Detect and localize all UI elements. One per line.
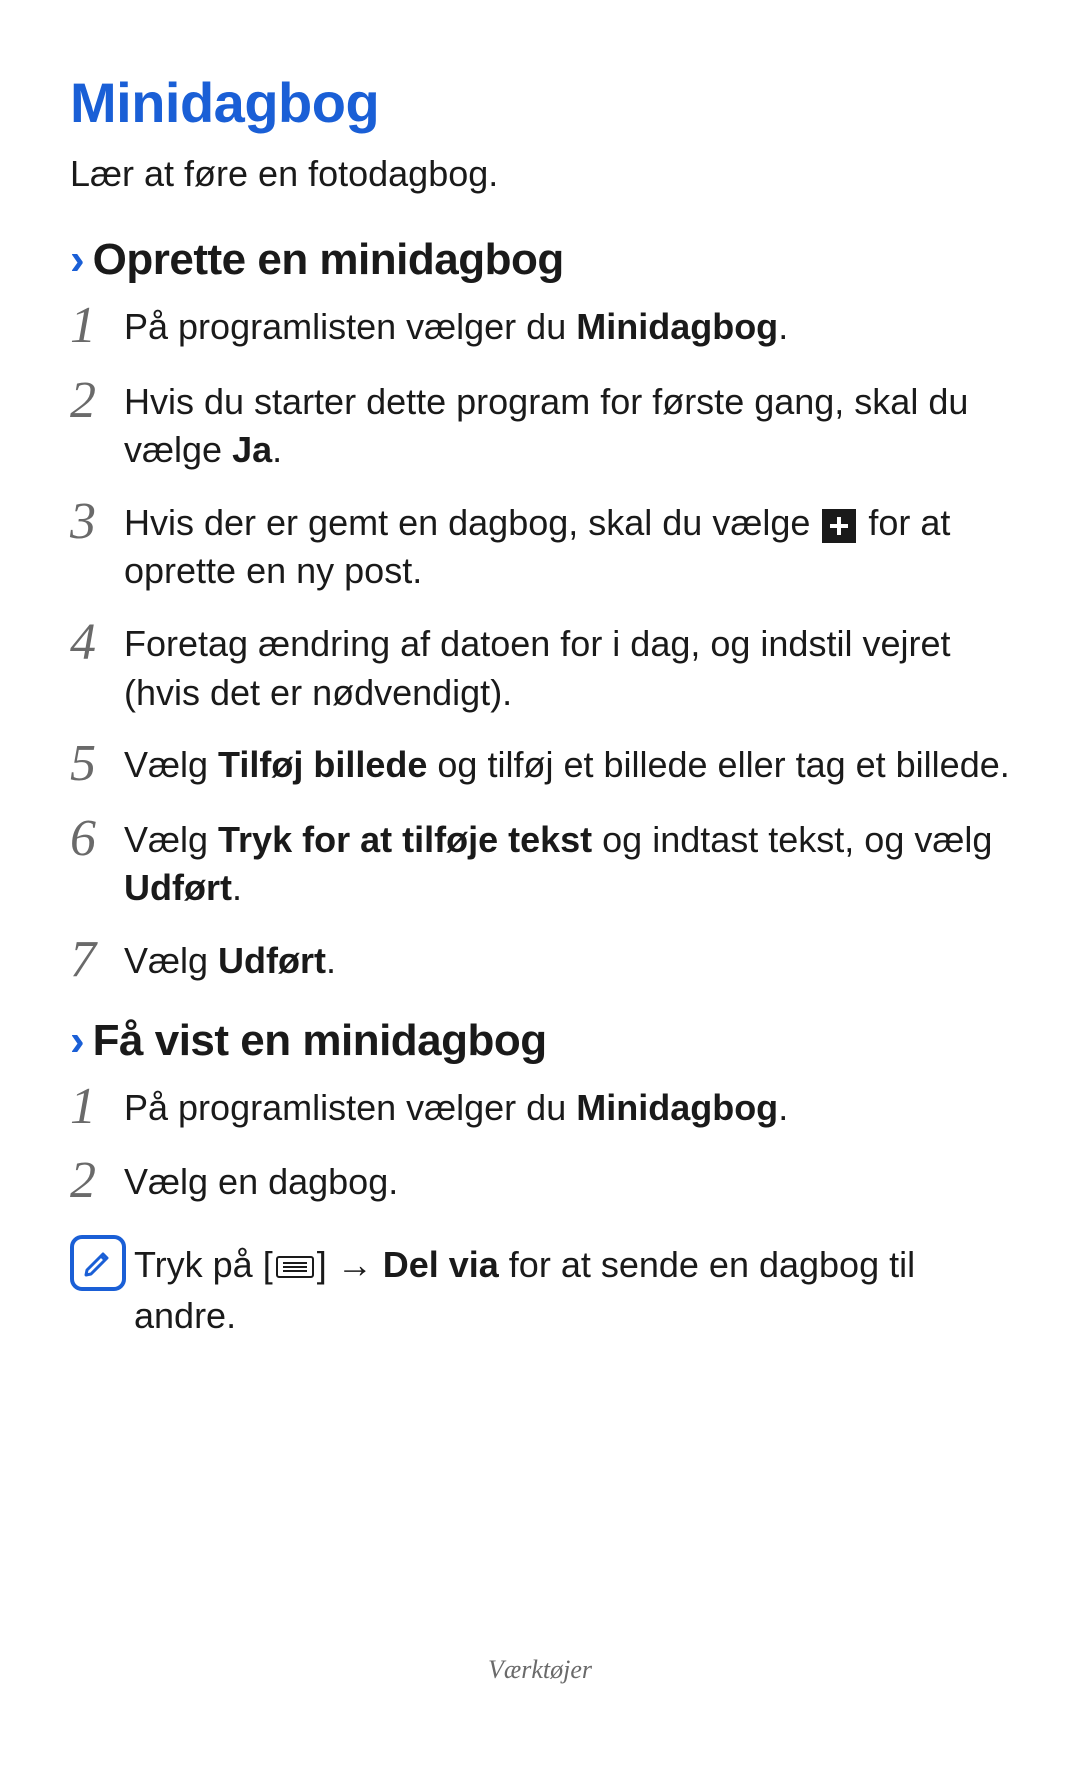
step-number: 2: [70, 372, 124, 429]
step-bold: Minidagbog: [576, 1087, 778, 1128]
page-footer: Værktøjer 130: [0, 1655, 1080, 1721]
note-text: Tryk på [: [134, 1244, 273, 1285]
step-number: 5: [70, 735, 124, 792]
step: 3 Hvis der er gemt en dagbog, skal du væ…: [70, 493, 1010, 596]
step-number: 4: [70, 614, 124, 671]
note: Tryk på [] → Del via for at sende en dag…: [70, 1235, 1010, 1341]
section-heading-create: › Oprette en minidagbog: [70, 235, 1010, 285]
step: 2 Hvis du starter dette program for førs…: [70, 372, 1010, 475]
step-number: 6: [70, 810, 124, 867]
step-text: Vælg: [124, 819, 218, 860]
page-number-badge: 130: [507, 1689, 574, 1721]
step-text: .: [232, 867, 242, 908]
chevron-icon: ›: [70, 1019, 85, 1063]
step: 5 Vælg Tilføj billede og tilføj et bille…: [70, 735, 1010, 792]
plus-icon: [822, 509, 856, 543]
step-body: Hvis du starter dette program for første…: [124, 372, 1010, 475]
step-number: 2: [70, 1152, 124, 1209]
note-text: ] →: [317, 1244, 383, 1285]
step-text: .: [326, 940, 336, 981]
step-body: Hvis der er gemt en dagbog, skal du vælg…: [124, 493, 1010, 596]
step-number: 1: [70, 1078, 124, 1135]
section-heading-label: Få vist en minidagbog: [93, 1016, 547, 1066]
step-body: Foretag ændring af datoen for i dag, og …: [124, 614, 1010, 717]
footer-section-name: Værktøjer: [0, 1655, 1080, 1685]
note-icon-wrap: [70, 1235, 134, 1291]
step-text: og indtast tekst, og vælg: [592, 819, 992, 860]
step: 1 På programlisten vælger du Minidagbog.: [70, 1078, 1010, 1135]
step-text: Vælg: [124, 940, 218, 981]
note-bold: Del via: [383, 1244, 499, 1285]
note-body: Tryk på [] → Del via for at sende en dag…: [134, 1235, 1010, 1341]
step-text: .: [778, 1087, 788, 1128]
section-heading-view: › Få vist en minidagbog: [70, 1016, 1010, 1066]
step-body: Vælg Udført.: [124, 931, 1010, 986]
step-text: På programlisten vælger du: [124, 306, 576, 347]
step-number: 3: [70, 493, 124, 550]
step: 4 Foretag ændring af datoen for i dag, o…: [70, 614, 1010, 717]
step-bold: Tilføj billede: [218, 744, 427, 785]
step-number: 7: [70, 931, 124, 988]
step-body: Vælg Tryk for at tilføje tekst og indtas…: [124, 810, 1010, 913]
note-pencil-icon: [70, 1235, 126, 1291]
step: 6 Vælg Tryk for at tilføje tekst og indt…: [70, 810, 1010, 913]
step-bold: Udført: [124, 867, 232, 908]
chevron-icon: ›: [70, 238, 85, 282]
step-body: På programlisten vælger du Minidagbog.: [124, 1078, 1010, 1133]
step-text: Hvis der er gemt en dagbog, skal du vælg…: [124, 502, 820, 543]
step-bold: Minidagbog: [576, 306, 778, 347]
page-title: Minidagbog: [70, 70, 1010, 135]
step-bold: Ja: [232, 429, 272, 470]
section-heading-label: Oprette en minidagbog: [93, 235, 564, 285]
step-bold: Udført: [218, 940, 326, 981]
step-text: .: [272, 429, 282, 470]
step-text: og tilføj et billede eller tag et billed…: [427, 744, 1009, 785]
step: 2 Vælg en dagbog.: [70, 1152, 1010, 1209]
manual-page: Minidagbog Lær at føre en fotodagbog. › …: [0, 0, 1080, 1771]
step-body: Vælg Tilføj billede og tilføj et billede…: [124, 735, 1010, 790]
step-body: Vælg en dagbog.: [124, 1152, 1010, 1207]
step-text: På programlisten vælger du: [124, 1087, 576, 1128]
step-bold: Tryk for at tilføje tekst: [218, 819, 592, 860]
menu-icon: [275, 1244, 315, 1293]
step: 7 Vælg Udført.: [70, 931, 1010, 988]
lead-text: Lær at føre en fotodagbog.: [70, 153, 1010, 195]
step-text: Vælg: [124, 744, 218, 785]
step-text: .: [778, 306, 788, 347]
step: 1 På programlisten vælger du Minidagbog.: [70, 297, 1010, 354]
step-number: 1: [70, 297, 124, 354]
step-body: På programlisten vælger du Minidagbog.: [124, 297, 1010, 352]
